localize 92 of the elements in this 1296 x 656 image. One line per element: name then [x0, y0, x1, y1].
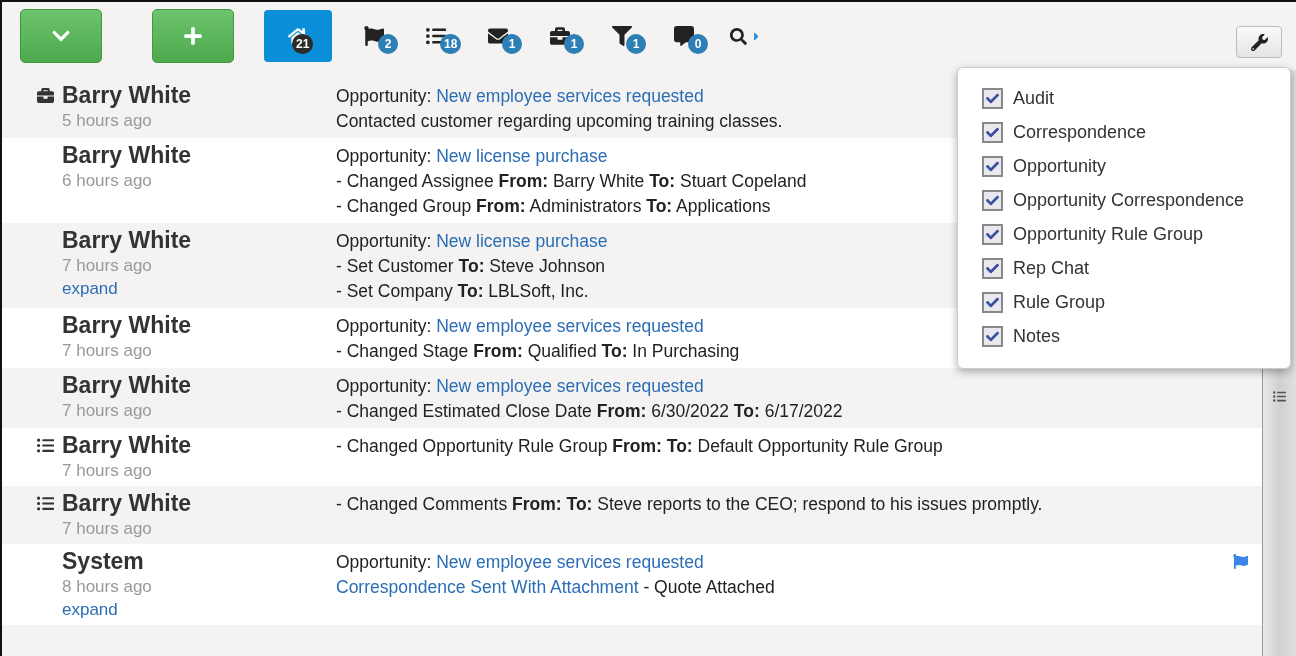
filter-label: Notes	[1013, 325, 1061, 347]
mail-tab[interactable]: 1	[468, 10, 530, 62]
timestamp: 6 hours ago	[62, 170, 153, 192]
filter-label: Audit	[1013, 87, 1055, 109]
checkbox[interactable]	[982, 155, 1003, 177]
chat-icon	[674, 26, 694, 46]
activity-text: Contacted customer regarding upcoming training classes.	[336, 111, 783, 131]
checkbox[interactable]	[982, 87, 1003, 109]
opportunity-link[interactable]: Correspondence Sent With Attachment	[336, 577, 639, 597]
grip-icon	[1273, 390, 1286, 403]
mail-icon	[488, 26, 508, 46]
user-name: Barry White	[62, 311, 193, 339]
plus-icon	[183, 26, 203, 46]
filter-label: Opportunity	[1013, 155, 1107, 177]
expand-link[interactable]: expand	[62, 598, 118, 621]
opportunity-link[interactable]: New employee services requested	[436, 376, 704, 396]
activity-text: - Set Customer To: Steve Johnson	[336, 256, 606, 276]
timestamp: 7 hours ago	[62, 340, 153, 362]
opportunity-link[interactable]: New employee services requested	[436, 552, 704, 572]
count-badge: 18	[440, 34, 462, 54]
flag-icon	[364, 26, 384, 46]
activity-text: - Set Company To: LBLSoft, Inc.	[336, 281, 589, 301]
checkbox[interactable]	[982, 223, 1003, 245]
user-name: Barry White	[62, 431, 193, 459]
checkmark-icon	[986, 227, 999, 241]
activity-text: - Changed Assignee From: Barry White To: Stuart Copeland	[336, 171, 807, 191]
filter-label: Opportunity Correspondence	[1013, 189, 1245, 211]
list-icon	[37, 495, 54, 512]
filter-label: Opportunity Rule Group	[1013, 223, 1204, 245]
filter-label: Rep Chat	[1013, 257, 1090, 279]
filter-label: Rule Group	[1013, 291, 1106, 313]
activity-text: - Changed Group From: Administrators To: Applications	[336, 196, 771, 216]
add-button[interactable]	[152, 9, 234, 63]
checkmark-icon	[986, 295, 999, 309]
list-icon	[37, 437, 54, 454]
activity-text: Opportunity:	[336, 231, 433, 251]
activity-text: Opportunity:	[336, 86, 433, 106]
count-badge: 2	[378, 34, 398, 54]
opportunity-link[interactable]: New license purchase	[436, 231, 608, 251]
checkbox[interactable]	[982, 189, 1003, 211]
activity-text: - Quote Attached	[642, 577, 775, 597]
user-name: Barry White	[62, 81, 193, 109]
timestamp: 8 hours ago	[62, 576, 153, 598]
activity-text: - Changed Opportunity Rule Group From: To: Default Opportunity Rule Group	[336, 436, 943, 456]
flag-tab[interactable]: 2	[344, 10, 406, 62]
wrench-icon	[1250, 33, 1268, 51]
checkmark-icon	[986, 91, 999, 105]
activity-text: - Changed Stage From: Qualified To: In Purchasing	[336, 341, 740, 361]
timestamp: 7 hours ago	[62, 255, 153, 277]
activity-text: Opportunity:	[336, 316, 433, 336]
opportunity-link[interactable]: New employee services requested	[436, 86, 704, 106]
timestamp: 7 hours ago	[62, 400, 153, 422]
user-name: Barry White	[62, 371, 193, 399]
checkmark-icon	[986, 159, 999, 173]
checkbox[interactable]	[982, 121, 1003, 143]
briefcase-icon	[37, 87, 54, 104]
home-tab[interactable]: 21	[264, 10, 332, 62]
activity-text: Opportunity:	[336, 552, 433, 572]
chat-tab[interactable]: 0	[654, 10, 716, 62]
checkmark-icon	[986, 261, 999, 275]
user-name: Barry White	[62, 141, 193, 169]
opportunity-link[interactable]: New employee services requested	[436, 316, 704, 336]
checkbox[interactable]	[982, 257, 1003, 279]
checkmark-icon	[986, 329, 999, 343]
activity-text: Opportunity:	[336, 376, 433, 396]
timestamp: 7 hours ago	[62, 460, 153, 482]
activity-text: Opportunity:	[336, 146, 433, 166]
count-badge: 1	[564, 34, 584, 54]
settings-button[interactable]	[1236, 26, 1282, 58]
expand-link[interactable]: expand	[62, 277, 118, 300]
count-badge: 1	[626, 34, 646, 54]
briefcase-tab[interactable]: 1	[530, 10, 592, 62]
user-name: Barry White	[62, 489, 193, 517]
opportunity-link[interactable]: New license purchase	[436, 146, 608, 166]
filter-tab[interactable]: 1	[592, 10, 654, 62]
timestamp: 5 hours ago	[62, 110, 153, 132]
list-tab[interactable]: 18	[406, 10, 468, 62]
user-name: Barry White	[62, 226, 193, 254]
search-icon	[730, 27, 747, 45]
activity-text: - Changed Comments From: To: Steve reports to the CEO; respond to his issues promptly.	[336, 494, 1043, 514]
checkbox[interactable]	[982, 325, 1003, 347]
checkmark-icon	[986, 125, 999, 139]
user-name: System	[62, 547, 145, 575]
count-badge: 1	[502, 34, 522, 54]
checkmark-icon	[986, 193, 999, 207]
count-badge: 0	[688, 34, 708, 54]
timestamp: 7 hours ago	[62, 518, 153, 540]
checkbox[interactable]	[982, 291, 1003, 313]
activity-text: - Changed Estimated Close Date From: 6/30/2022 To: 6/17/2022	[336, 401, 843, 421]
count-badge: 21	[292, 34, 314, 54]
filter-label: Correspondence	[1013, 121, 1147, 143]
filter-icon	[612, 26, 632, 46]
